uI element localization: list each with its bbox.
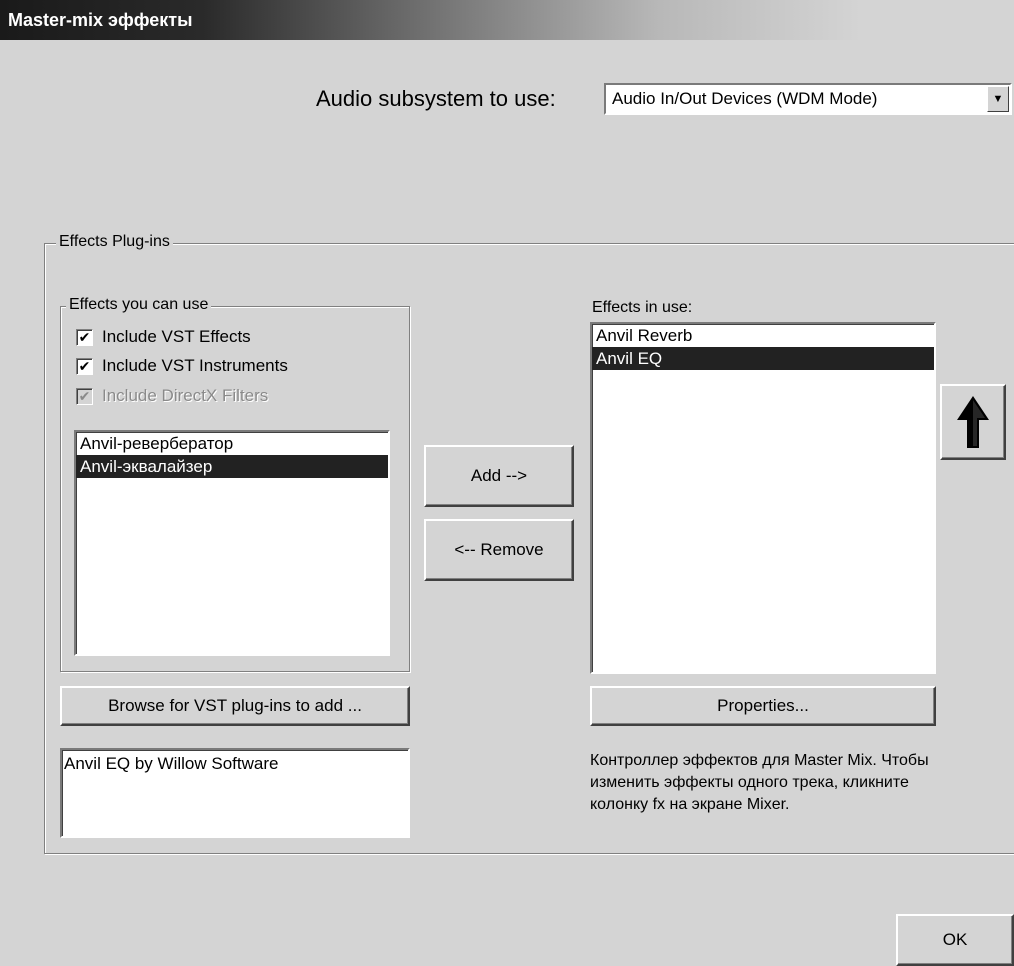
arrow-up-icon bbox=[957, 396, 989, 448]
chevron-down-icon[interactable]: ▼ bbox=[987, 86, 1009, 112]
checkbox-include-vst-effects[interactable]: ✔ Include VST Effects bbox=[76, 327, 251, 347]
list-item-selected[interactable]: Anvil EQ bbox=[592, 347, 934, 370]
move-up-button[interactable] bbox=[940, 384, 1006, 460]
properties-button[interactable]: Properties... bbox=[590, 686, 936, 726]
audio-subsystem-label: Audio subsystem to use: bbox=[316, 86, 556, 111]
effects-plugins-title: Effects Plug-ins bbox=[56, 233, 173, 251]
list-item[interactable]: Anvil-ревербератор bbox=[76, 432, 388, 455]
checkbox-label: Include VST Effects bbox=[102, 327, 251, 346]
remove-button[interactable]: <-- Remove bbox=[424, 519, 574, 581]
master-mix-hint: Контроллер эффектов для Master Mix. Чтоб… bbox=[590, 752, 929, 813]
list-item-selected[interactable]: Anvil-эквалайзер bbox=[76, 455, 388, 478]
browse-vst-button[interactable]: Browse for VST plug-ins to add ... bbox=[60, 686, 410, 726]
effects-in-use-list[interactable]: Anvil Reverb Anvil EQ bbox=[590, 322, 936, 674]
audio-subsystem-value: Audio In/Out Devices (WDM Mode) bbox=[612, 89, 878, 108]
checkbox-box[interactable]: ✔ bbox=[76, 357, 93, 375]
available-effects-list[interactable]: Anvil-ревербератор Anvil-эквалайзер bbox=[74, 430, 390, 656]
checkbox-box[interactable]: ✔ bbox=[76, 328, 93, 346]
audio-subsystem-dropdown[interactable]: Audio In/Out Devices (WDM Mode) ▼ bbox=[604, 83, 1012, 115]
checkbox-box: ✔ bbox=[76, 387, 93, 405]
plugin-description-text: Anvil EQ by Willow Software bbox=[64, 754, 279, 773]
checkbox-include-directx-filters: ✔ Include DirectX Filters bbox=[76, 386, 268, 406]
effects-available-title: Effects you can use bbox=[66, 296, 212, 314]
effects-in-use-label: Effects in use: bbox=[592, 299, 693, 316]
window-title-bar[interactable]: Master-mix эффекты bbox=[0, 0, 1014, 40]
add-button[interactable]: Add --> bbox=[424, 445, 574, 507]
window-title: Master-mix эффекты bbox=[8, 10, 193, 30]
checkbox-label: Include DirectX Filters bbox=[102, 386, 269, 405]
plugin-description-box: Anvil EQ by Willow Software bbox=[60, 748, 410, 838]
checkbox-include-vst-instruments[interactable]: ✔ Include VST Instruments bbox=[76, 356, 288, 376]
ok-button[interactable]: OK bbox=[896, 914, 1014, 966]
checkbox-label: Include VST Instruments bbox=[102, 356, 288, 375]
list-item[interactable]: Anvil Reverb bbox=[592, 324, 934, 347]
